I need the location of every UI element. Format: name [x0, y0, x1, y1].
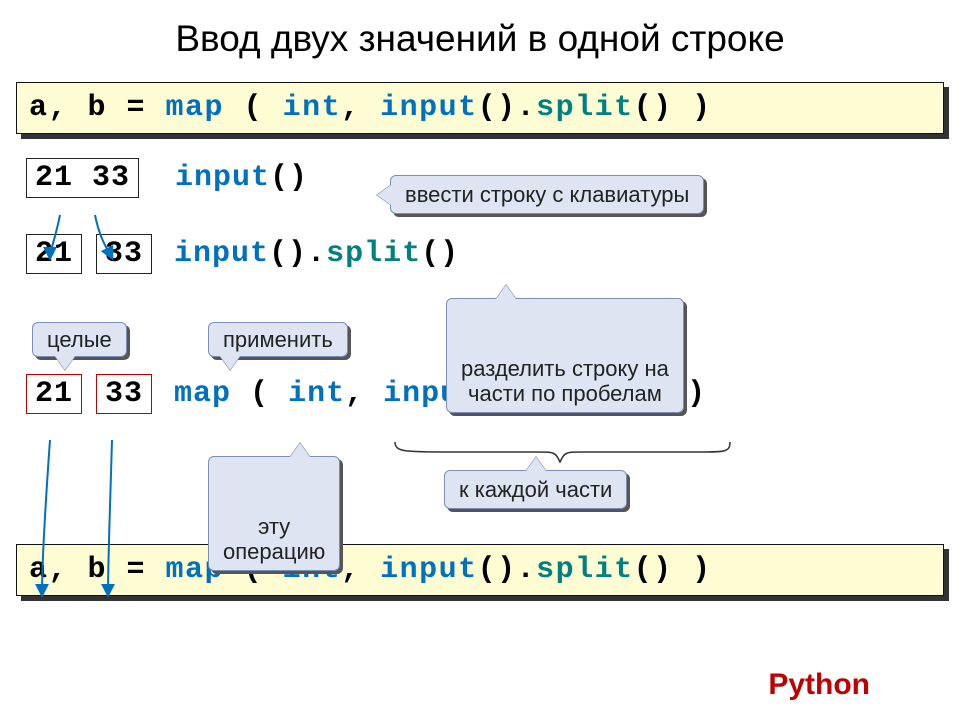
kw-int: int: [283, 91, 342, 125]
val-box-21a: 21: [26, 234, 82, 274]
val-box-21b: 21: [26, 374, 82, 414]
code-block-top: a, b = map ( int, input().split() ): [16, 82, 944, 134]
callout-tail-icon: [526, 457, 546, 471]
kw-input: input: [380, 91, 478, 125]
step1-expr: input(): [175, 161, 308, 195]
step-2: 21 33 input().split(): [26, 234, 960, 274]
callout-eachpart: к каждой части: [444, 470, 627, 509]
code-lhs: a, b =: [29, 91, 166, 125]
val-box-33a: 33: [96, 234, 152, 274]
kw-map: map: [166, 91, 225, 125]
val-box-33b: 33: [96, 374, 152, 414]
code-block-bottom: a, b = map ( int, input().split() ): [16, 544, 944, 596]
page-title: Ввод двух значений в одной строке: [0, 0, 960, 82]
callout-tail-icon: [496, 285, 516, 299]
step2-expr: input().split(): [174, 237, 459, 271]
callout-tail-icon: [377, 185, 391, 205]
callout-tail-icon: [55, 356, 75, 370]
val-box-pair: 21 33: [26, 158, 139, 198]
kw-split: split: [536, 91, 634, 125]
callout-keyboard: ввести строку с клавиатуры: [390, 175, 704, 214]
callout-split: разделить строку на части по пробелам: [446, 298, 684, 413]
footer-python: Python: [768, 668, 870, 702]
callout-operation: эту операцию: [208, 456, 340, 571]
callout-tail-icon: [290, 443, 310, 457]
callout-integers: целые: [32, 322, 127, 357]
callout-tail-icon: [220, 356, 240, 370]
callout-apply: применить: [208, 322, 348, 357]
